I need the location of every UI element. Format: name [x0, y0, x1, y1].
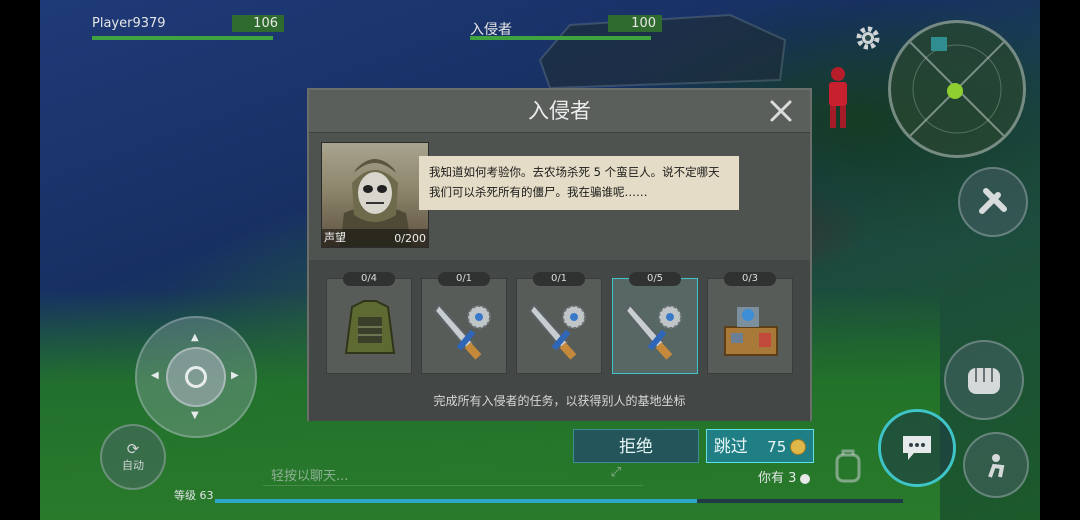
crouch-button[interactable]: [963, 432, 1029, 498]
player-hp: 106: [232, 15, 284, 32]
invader-portrait: 声望 0/200: [321, 142, 429, 248]
dialog-title: 入侵者: [309, 90, 810, 133]
refuse-button[interactable]: 拒绝: [573, 429, 699, 463]
task-slot[interactable]: 0/1: [516, 272, 602, 374]
chat-bubble-icon: [903, 436, 931, 460]
movement-joystick[interactable]: ▲ ▼ ◀ ▶: [135, 316, 257, 438]
invader-speech: 我知道如何考验你。去农场杀死 5 个蛮巨人。说不定哪天我们可以杀死所有的僵尸。我…: [419, 156, 739, 210]
gear-icon[interactable]: [854, 24, 882, 52]
task-count: 0/3: [724, 272, 776, 286]
reputation-value: 0/200: [394, 232, 426, 245]
skip-cost: 75: [767, 438, 787, 456]
invader-dialog: 入侵者 声望 0/200 我知道如何考验你。去农场杀死 5 个蛮巨人。说不定哪天…: [307, 88, 812, 421]
skip-button[interactable]: 跳过 75: [706, 429, 814, 463]
backpack-icon[interactable]: [831, 447, 865, 483]
task-count: 0/1: [533, 272, 585, 286]
xp-bar-fill: [215, 499, 697, 503]
arrow-up-icon: ▲: [191, 332, 199, 343]
you-have-row: 你有 3: [758, 467, 811, 486]
skip-label: 跳过: [713, 437, 748, 457]
enemy-hp: 100: [608, 15, 662, 32]
task-slot[interactable]: 0/5: [612, 272, 698, 374]
task-slot[interactable]: 0/3: [707, 272, 793, 374]
task-count: 0/1: [438, 272, 490, 286]
minimap[interactable]: [888, 20, 1026, 158]
enemy-hp-bar: [470, 36, 651, 40]
task-slot[interactable]: 0/4: [326, 272, 412, 374]
reputation-label: 声望: [324, 231, 346, 244]
token-icon: [800, 473, 811, 484]
craft-button[interactable]: [958, 167, 1028, 237]
joystick-center-ring: [185, 366, 207, 388]
fist-icon: [968, 368, 1000, 394]
task-slot[interactable]: 0/1: [421, 272, 507, 374]
auto-button[interactable]: ⟳ 自动: [100, 424, 166, 490]
level-label: 等级 63: [174, 489, 214, 502]
close-icon[interactable]: [768, 98, 794, 124]
arrow-left-icon: ◀: [151, 370, 159, 381]
crouch-icon: [988, 454, 1005, 478]
vehicle-silhouette: [538, 13, 787, 90]
player-name: Player9379: [92, 16, 166, 31]
task-footnote: 完成所有入侵者的任务，以获得别人的基地坐标: [433, 394, 686, 408]
task-panel: 0/4 0/1 0/1 0/5 0/3 完成所有入侵者的任务，以获得别人的基地坐标: [309, 260, 810, 421]
arrow-right-icon: ▶: [231, 370, 239, 381]
minimap-grid: [891, 23, 1023, 155]
you-have-label: 你有 3: [758, 471, 797, 486]
expand-icon[interactable]: ⤢: [611, 465, 621, 480]
attack-button[interactable]: [944, 340, 1024, 420]
hammer-icon: [979, 188, 1007, 214]
chat-input[interactable]: 轻按以聊天... ⤢: [263, 463, 643, 486]
arrow-down-icon: ▼: [191, 410, 199, 421]
player-character: [829, 67, 847, 128]
refresh-icon: ⟳: [126, 440, 140, 458]
coin-icon: [790, 439, 807, 455]
task-count: 0/4: [343, 272, 395, 286]
chat-placeholder: 轻按以聊天...: [271, 469, 349, 484]
xp-bar: [215, 499, 903, 503]
auto-label: 自动: [122, 459, 144, 472]
player-hp-bar: [92, 36, 273, 40]
chat-button[interactable]: [878, 409, 956, 487]
task-count: 0/5: [629, 272, 681, 286]
